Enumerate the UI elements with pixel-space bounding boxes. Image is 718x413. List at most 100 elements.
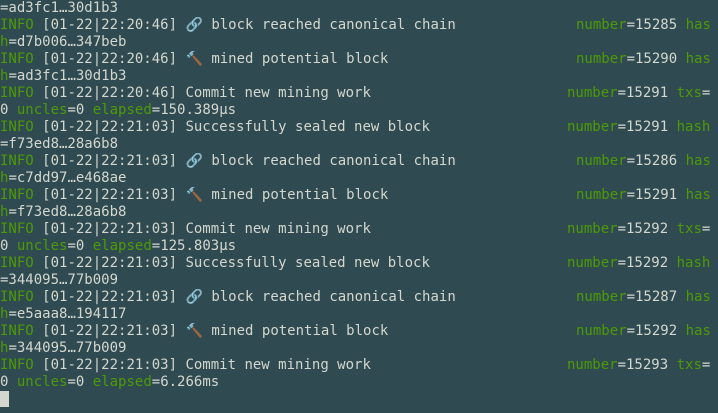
log-timestamp: [01-22|22:20:46]	[42, 17, 178, 33]
log-message: Commit new mining work	[185, 357, 371, 373]
terminal-window[interactable]: =ad3fc1…30d1b3 INFO [01-22|22:20:46] 🔗 bl…	[0, 0, 718, 413]
field-key: txs	[676, 85, 702, 101]
terminal-cursor	[0, 391, 9, 407]
log-level: INFO	[0, 17, 34, 33]
log-timestamp: [01-22|22:21:03]	[42, 357, 178, 373]
field-key: uncles	[16, 238, 68, 254]
field-value: =0	[67, 238, 85, 254]
field-key: has	[685, 289, 711, 305]
log-level: INFO	[0, 51, 34, 67]
log-fields: number=15292 txs=	[567, 221, 710, 238]
field-key: number	[576, 17, 627, 33]
log-line: INFO [01-22|22:20:46] 🔨 mined potential …	[0, 51, 718, 68]
log-line: h=c7dd97…e468ae	[0, 170, 718, 187]
log-timestamp: [01-22|22:20:46]	[42, 85, 178, 101]
field-value: =15286	[626, 153, 678, 169]
field-key: number	[576, 289, 627, 305]
field-key: number	[567, 85, 618, 101]
field-value: =	[701, 85, 711, 101]
prompt-line[interactable]	[0, 391, 718, 408]
log-fields: number=15291 hash	[567, 119, 710, 136]
log-line: =344095…77b009	[0, 272, 718, 289]
log-timestamp: [01-22|22:21:03]	[42, 119, 178, 135]
field-key: has	[685, 153, 711, 169]
log-fields: number=15287 has	[576, 289, 711, 306]
log-level: INFO	[0, 323, 34, 339]
field-value: =15293	[617, 357, 669, 373]
field-key: number	[567, 357, 618, 373]
log-level: INFO	[0, 255, 34, 271]
field-key: has	[685, 187, 711, 203]
log-message: Successfully sealed new block	[185, 119, 430, 135]
field-value: =15291	[617, 119, 669, 135]
field-value: =15292	[617, 221, 669, 237]
field-value: =c7dd97…e468ae	[8, 170, 127, 186]
log-message: 🔨 mined potential block	[185, 187, 389, 203]
log-fields: number=15292 has	[576, 323, 711, 340]
log-message: 🔨 mined potential block	[185, 323, 389, 339]
field-key: uncles	[16, 374, 68, 390]
field-value: =6.266ms	[151, 374, 220, 390]
field-value: =e5aaa8…194117	[8, 306, 127, 322]
field-key: elapsed	[92, 238, 152, 254]
field-value: =	[701, 357, 711, 373]
log-message: Commit new mining work	[185, 221, 371, 237]
log-line: INFO [01-22|22:20:46] 🔗 block reached ca…	[0, 17, 718, 34]
log-fields: number=15290 has	[576, 51, 711, 68]
field-key: has	[685, 51, 711, 67]
log-line: =f73ed8…28a6b8	[0, 136, 718, 153]
log-line: INFO [01-22|22:21:03] 🔗 block reached ca…	[0, 153, 718, 170]
field-value: =15285	[626, 17, 678, 33]
log-timestamp: [01-22|22:21:03]	[42, 187, 178, 203]
log-line: h=d7b006…347beb	[0, 34, 718, 51]
log-line: INFO [01-22|22:21:03] Successfully seale…	[0, 255, 718, 272]
log-line: =ad3fc1…30d1b3	[0, 0, 718, 17]
log-line: INFO [01-22|22:21:03] 🔨 mined potential …	[0, 323, 718, 340]
field-value: =ad3fc1…30d1b3	[8, 68, 127, 84]
log-fields: number=15291 txs=	[567, 85, 710, 102]
log-message: 🔨 mined potential block	[185, 51, 389, 67]
log-timestamp: [01-22|22:21:03]	[42, 289, 178, 305]
log-level: INFO	[0, 85, 34, 101]
field-key: txs	[676, 357, 702, 373]
field-key: elapsed	[92, 374, 152, 390]
field-key: number	[576, 187, 627, 203]
log-message: Successfully sealed new block	[185, 255, 430, 271]
field-value: =150.389µs	[151, 102, 237, 118]
field-value: =0	[67, 102, 85, 118]
field-value: 0	[0, 238, 9, 254]
field-key: uncles	[16, 102, 68, 118]
field-value: =15287	[626, 289, 678, 305]
field-value: =f73ed8…28a6b8	[0, 136, 119, 152]
log-level: INFO	[0, 119, 34, 135]
log-message: 🔗 block reached canonical chain	[185, 153, 456, 169]
field-value: =15291	[626, 187, 678, 203]
log-fields: number=15292 hash	[567, 255, 710, 272]
log-fields: number=15291 has	[576, 187, 711, 204]
log-timestamp: [01-22|22:21:03]	[42, 323, 178, 339]
log-line: INFO [01-22|22:21:03] 🔨 mined potential …	[0, 187, 718, 204]
field-key: number	[576, 51, 627, 67]
field-key: has	[685, 323, 711, 339]
log-timestamp: [01-22|22:21:03]	[42, 153, 178, 169]
log-line: h=ad3fc1…30d1b3	[0, 68, 718, 85]
field-key: elapsed	[92, 102, 152, 118]
field-value: =0	[67, 374, 85, 390]
log-line: INFO [01-22|22:21:03] Successfully seale…	[0, 119, 718, 136]
log-line: h=e5aaa8…194117	[0, 306, 718, 323]
field-key: hash	[676, 119, 711, 135]
log-level: INFO	[0, 187, 34, 203]
log-message: Commit new mining work	[185, 85, 371, 101]
field-value: 0	[0, 374, 9, 390]
log-level: INFO	[0, 289, 34, 305]
log-fields: number=15286 has	[576, 153, 711, 170]
log-line: INFO [01-22|22:21:03] Commit new mining …	[0, 221, 718, 238]
field-value: =344095…77b009	[8, 340, 127, 356]
field-value: =15290	[626, 51, 678, 67]
log-level: INFO	[0, 221, 34, 237]
log-timestamp: [01-22|22:21:03]	[42, 255, 178, 271]
field-key: number	[567, 119, 618, 135]
field-value: =f73ed8…28a6b8	[8, 204, 127, 220]
log-fields: number=15285 has	[576, 17, 711, 34]
field-key: hash	[676, 255, 711, 271]
